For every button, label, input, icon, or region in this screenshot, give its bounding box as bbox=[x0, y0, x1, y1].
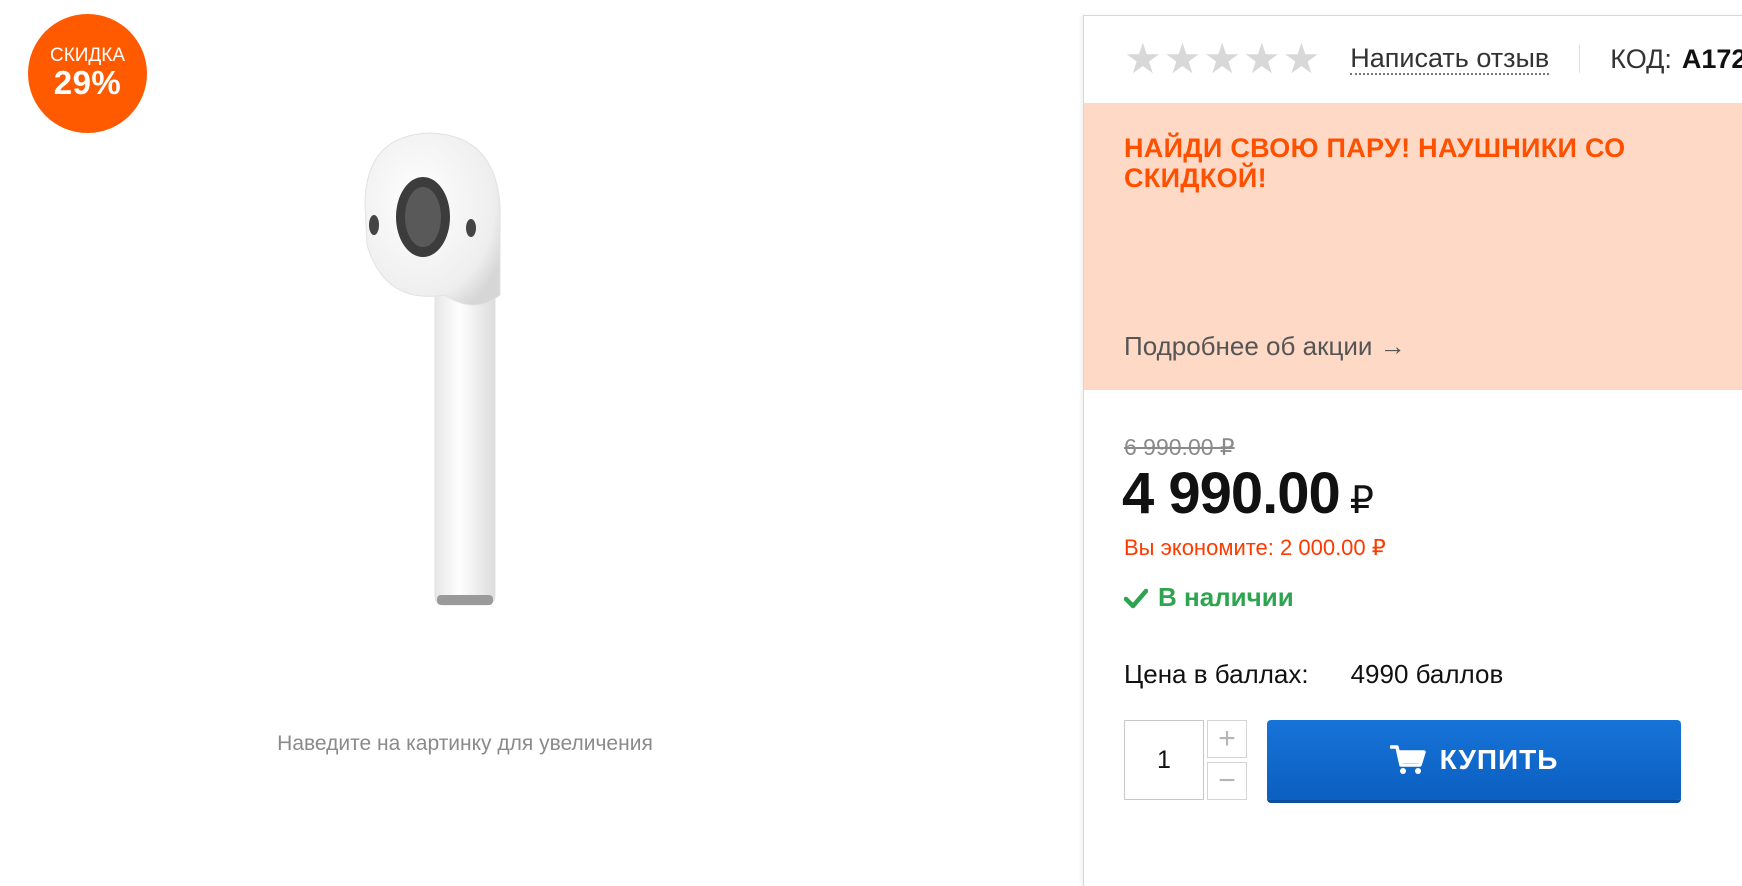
savings-text: Вы экономите: 2 000.00 ₽ bbox=[1124, 535, 1386, 560]
stock-status-label: В наличии bbox=[1158, 582, 1294, 612]
buy-button[interactable]: КУПИТЬ bbox=[1267, 720, 1681, 800]
star-icon[interactable]: ★ bbox=[1243, 38, 1281, 80]
star-icon[interactable]: ★ bbox=[1203, 38, 1241, 80]
product-code-label: КОД: bbox=[1610, 43, 1672, 74]
stock-status: В наличии bbox=[1124, 582, 1294, 613]
star-icon[interactable]: ★ bbox=[1164, 38, 1202, 80]
promo-banner: НАЙДИ СВОЮ ПАРУ! НАУШНИКИ СО СКИДКОЙ! По… bbox=[1084, 103, 1742, 390]
check-icon bbox=[1124, 588, 1148, 608]
product-gallery: СКИДКА 29% Наведите на картинку для увел… bbox=[0, 0, 1083, 868]
divider bbox=[1579, 45, 1581, 73]
rating-row: ★ ★ ★ ★ ★ Написать отзыв КОД: A172 bbox=[1124, 34, 1742, 84]
star-icon[interactable]: ★ bbox=[1124, 38, 1162, 80]
product-code-value: A172 bbox=[1681, 43, 1742, 74]
points-label: Цена в баллах: bbox=[1124, 659, 1309, 689]
promo-title: НАЙДИ СВОЮ ПАРУ! НАУШНИКИ СО СКИДКОЙ! bbox=[1124, 133, 1626, 193]
discount-badge-value: 29% bbox=[53, 64, 122, 101]
discount-badge-label: СКИДКА bbox=[49, 45, 126, 66]
buy-button-label: КУПИТЬ bbox=[1439, 744, 1559, 775]
promo-details-link[interactable]: Подробнее об акции → bbox=[1124, 331, 1406, 362]
cart-icon bbox=[1389, 745, 1426, 774]
rating-stars[interactable]: ★ ★ ★ ★ ★ bbox=[1124, 38, 1320, 80]
quantity-increase-button[interactable]: + bbox=[1207, 720, 1247, 758]
current-price: 4 990.00 ₽ bbox=[1122, 460, 1374, 527]
star-icon[interactable]: ★ bbox=[1283, 38, 1321, 80]
product-image[interactable] bbox=[355, 125, 585, 615]
old-price: 6 990.00 ₽ bbox=[1124, 434, 1235, 460]
points-price: Цена в баллах: 4990 баллов bbox=[1124, 659, 1503, 690]
zoom-hint: Наведите на картинку для увеличения bbox=[277, 732, 653, 755]
write-review-link[interactable]: Написать отзыв bbox=[1350, 43, 1550, 75]
quantity-decrease-button[interactable]: − bbox=[1207, 762, 1247, 800]
points-value: 4990 баллов bbox=[1350, 659, 1504, 689]
discount-badge: СКИДКА 29% bbox=[28, 14, 147, 133]
product-info-panel: ★ ★ ★ ★ ★ Написать отзыв КОД: A172 НАЙДИ… bbox=[1083, 15, 1742, 886]
currency-symbol: ₽ bbox=[1349, 480, 1374, 522]
price-value: 4 990.00 bbox=[1122, 461, 1341, 526]
quantity-input[interactable]: 1 bbox=[1124, 720, 1204, 800]
